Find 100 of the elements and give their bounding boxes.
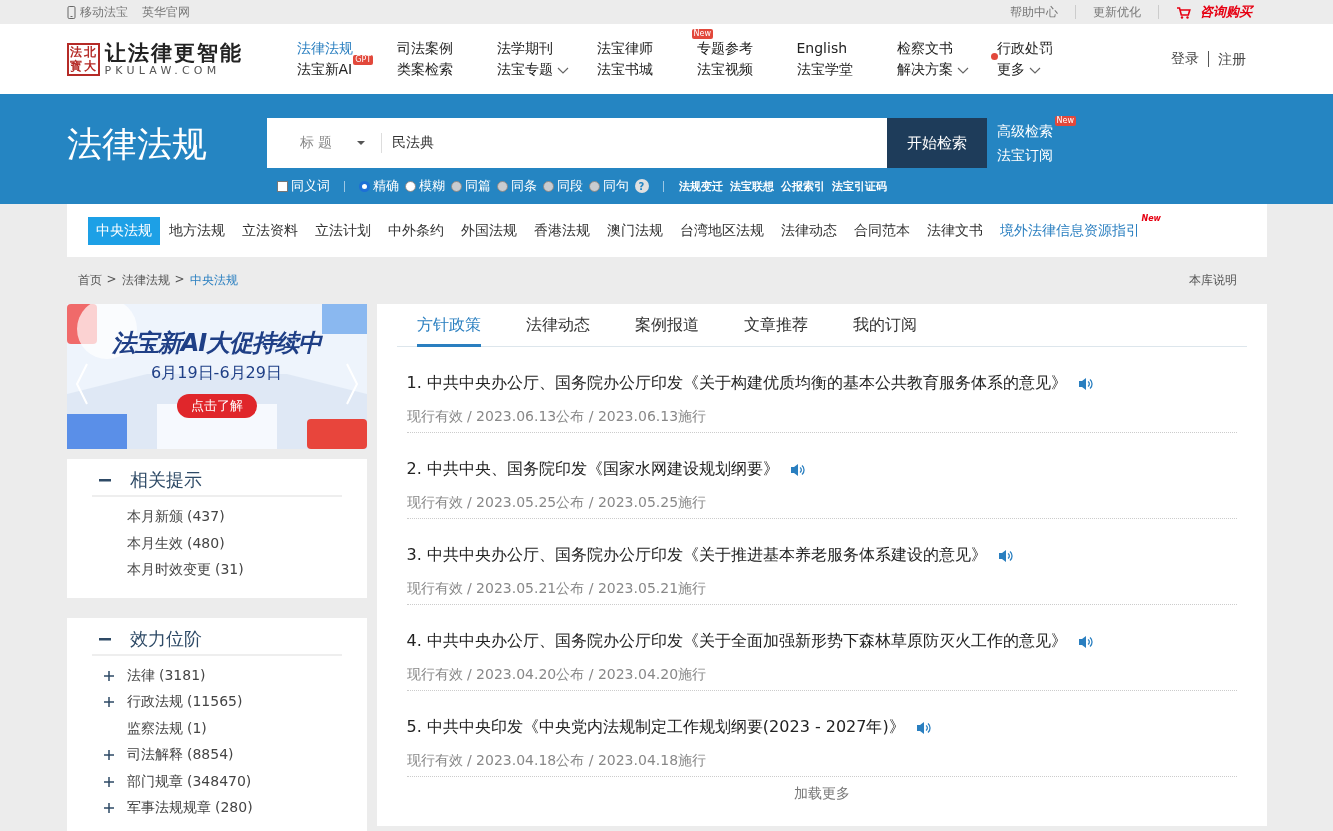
news-meta: 现行有效 / 2023.05.21公布 / 2023.05.21施行 xyxy=(406,580,708,598)
nav-link[interactable]: 法宝律师 xyxy=(596,39,653,58)
top-link[interactable]: 英华官网 xyxy=(141,3,190,21)
news-title-link[interactable]: 5. 中共中央印发《中央党内法规制定工作规划纲要(2023 - 2027年)》 xyxy=(406,717,905,738)
nav-link[interactable]: 法宝学堂 xyxy=(796,60,853,79)
nav-link[interactable]: English xyxy=(796,39,848,58)
filter-link[interactable]: 行政法规 (11565) xyxy=(126,693,243,712)
search-field[interactable]: 标 题 民法典 xyxy=(266,118,887,168)
nav-link[interactable]: 更多 xyxy=(996,60,1041,79)
option-label[interactable]: 精确 xyxy=(372,177,399,195)
option-label[interactable]: 模糊 xyxy=(418,177,445,195)
news-meta: 现行有效 / 2023.04.18公布 / 2023.04.18施行 xyxy=(406,752,708,770)
category-tab[interactable]: 地方法规 xyxy=(160,216,233,245)
login-link[interactable]: 登录 xyxy=(1161,50,1208,68)
news-tab[interactable]: 案例报道 xyxy=(634,315,699,347)
category-tab[interactable]: 法律文书 xyxy=(918,216,991,245)
tool-link[interactable]: 公报索引 xyxy=(780,178,825,194)
plus-icon[interactable] xyxy=(104,750,114,761)
chevron-down-icon xyxy=(956,65,969,74)
filter-link[interactable]: 监察法规 (1) xyxy=(126,719,207,738)
plus-icon[interactable] xyxy=(104,776,114,787)
badge: GPT xyxy=(353,55,374,65)
speaker-icon[interactable] xyxy=(916,720,931,735)
category-tab[interactable]: 台湾地区法规 xyxy=(671,216,772,245)
field-selector[interactable]: 标 题 xyxy=(266,133,382,153)
filter-link[interactable]: 部门规章 (348470) xyxy=(126,772,252,791)
nav-link[interactable]: 检察文书 xyxy=(896,39,953,58)
plus-icon[interactable] xyxy=(104,697,114,708)
nav-link[interactable]: 法宝专题 xyxy=(496,60,569,79)
banner-button[interactable]: 点击了解 xyxy=(176,394,257,418)
option-label[interactable]: 同义词 xyxy=(290,177,330,195)
load-more-link[interactable]: 加载更多 xyxy=(793,785,850,803)
speaker-icon[interactable] xyxy=(790,462,805,477)
nav-link[interactable]: 类案检索 xyxy=(396,60,453,79)
category-tab[interactable]: 立法计划 xyxy=(306,216,379,245)
tool-link[interactable]: 法宝联想 xyxy=(729,178,774,194)
checkbox[interactable] xyxy=(276,180,288,192)
search-button[interactable]: 开始检索 xyxy=(886,118,987,168)
register-link[interactable]: 注册 xyxy=(1207,51,1255,67)
breadcrumb-separator: > xyxy=(174,272,185,288)
nav-link[interactable]: 法宝视频 xyxy=(696,60,753,79)
news-meta: 现行有效 / 2023.05.25公布 / 2023.05.25施行 xyxy=(406,494,708,512)
filter-link[interactable]: 军事法规规章 (280) xyxy=(126,799,253,818)
filter-link[interactable]: 司法解释 (8854) xyxy=(126,746,234,765)
breadcrumb-separator: > xyxy=(106,272,117,288)
plus-icon[interactable] xyxy=(104,670,114,681)
breadcrumb-link[interactable]: 中央法规 xyxy=(189,272,238,289)
top-link[interactable]: 更新优化 xyxy=(1075,5,1159,19)
category-tab[interactable]: 法律动态 xyxy=(772,216,845,245)
nav-link[interactable]: 法律法规 xyxy=(296,39,353,58)
category-tab[interactable]: 香港法规 xyxy=(525,216,598,245)
nav-link[interactable]: 法学期刊 xyxy=(496,39,553,58)
search-link[interactable]: 法宝订阅 xyxy=(996,143,1053,167)
breadcrumb-link[interactable]: 首页 xyxy=(77,272,102,289)
top-link[interactable]: 移动法宝 xyxy=(66,3,128,21)
logo-slogan: 让法律更智能 xyxy=(104,41,243,65)
news-meta: 现行有效 / 2023.06.13公布 / 2023.06.13施行 xyxy=(406,408,708,426)
top-link[interactable]: 帮助中心 xyxy=(992,5,1076,19)
new-tag: New xyxy=(1141,213,1161,223)
category-tab[interactable]: 中外条约 xyxy=(379,216,452,245)
nav-link[interactable]: 法宝书城 xyxy=(596,60,653,79)
tool-link[interactable]: 法宝引证码 xyxy=(831,178,887,194)
logo-seal: 法 北 寳 大 xyxy=(66,42,100,76)
news-meta: 现行有效 / 2023.04.20公布 / 2023.04.20施行 xyxy=(406,666,708,684)
news-title-link[interactable]: 2. 中共中央、国务院印发《国家水网建设规划纲要》 xyxy=(406,459,779,480)
speaker-icon[interactable] xyxy=(998,548,1013,563)
news-title-link[interactable]: 4. 中共中央办公厅、国务院办公厅印发《关于全面加强新形势下森林草原防灭火工作的意见》 xyxy=(406,631,1067,652)
category-tab[interactable]: 立法资料 xyxy=(233,216,306,245)
plus-icon[interactable] xyxy=(104,803,114,814)
cart-icon xyxy=(1175,5,1191,19)
category-tab[interactable]: 合同范本 xyxy=(845,216,918,245)
radio-button[interactable] xyxy=(358,180,370,192)
news-title-link[interactable]: 1. 中共中央办公厅、国务院办公厅印发《关于构建优质均衡的基本公共教育服务体系的意见》 xyxy=(406,373,1067,394)
nav-link[interactable]: 法宝新AI xyxy=(296,60,353,79)
nav-link[interactable]: 专题参考 xyxy=(696,39,753,58)
speaker-icon[interactable] xyxy=(1078,376,1093,391)
filter-link[interactable]: 法律 (3181) xyxy=(126,666,206,685)
filter-link[interactable]: 本月生效 (480) xyxy=(126,534,225,553)
radio-button[interactable] xyxy=(404,180,416,192)
nav-link[interactable]: 解决方案 xyxy=(896,60,969,79)
badge: New xyxy=(1054,116,1076,126)
caret-icon xyxy=(356,141,365,145)
news-title-link[interactable]: 3. 中共中央办公厅、国务院办公厅印发《关于推进基本养老服务体系建设的意见》 xyxy=(406,545,987,566)
filter-link[interactable]: 本月时效变更 (31) xyxy=(126,561,244,580)
news-tab[interactable]: 法律动态 xyxy=(525,315,590,347)
buy-link[interactable]: 咨询购买 xyxy=(1158,3,1252,21)
nav-link[interactable]: 行政处罚 xyxy=(996,39,1053,58)
breadcrumb-link[interactable]: 法律法规 xyxy=(121,272,170,289)
category-tab[interactable]: 澳门法规 xyxy=(598,216,671,245)
nav-link[interactable]: 司法案例 xyxy=(396,39,453,58)
speaker-icon[interactable] xyxy=(1078,634,1093,649)
filter-link[interactable]: 本月新颁 (437) xyxy=(126,508,225,527)
news-tab[interactable]: 我的订阅 xyxy=(852,315,917,347)
category-tab[interactable]: 外国法规 xyxy=(452,216,525,245)
news-tab[interactable]: 文章推荐 xyxy=(743,315,808,347)
news-tab[interactable]: 方针政策 xyxy=(416,315,481,347)
tool-link[interactable]: 法规变迁 xyxy=(678,178,723,194)
section-title: 法律法规 xyxy=(66,123,208,166)
library-note-link[interactable]: 本库说明 xyxy=(1188,272,1237,289)
chevron-down-icon xyxy=(556,65,569,74)
